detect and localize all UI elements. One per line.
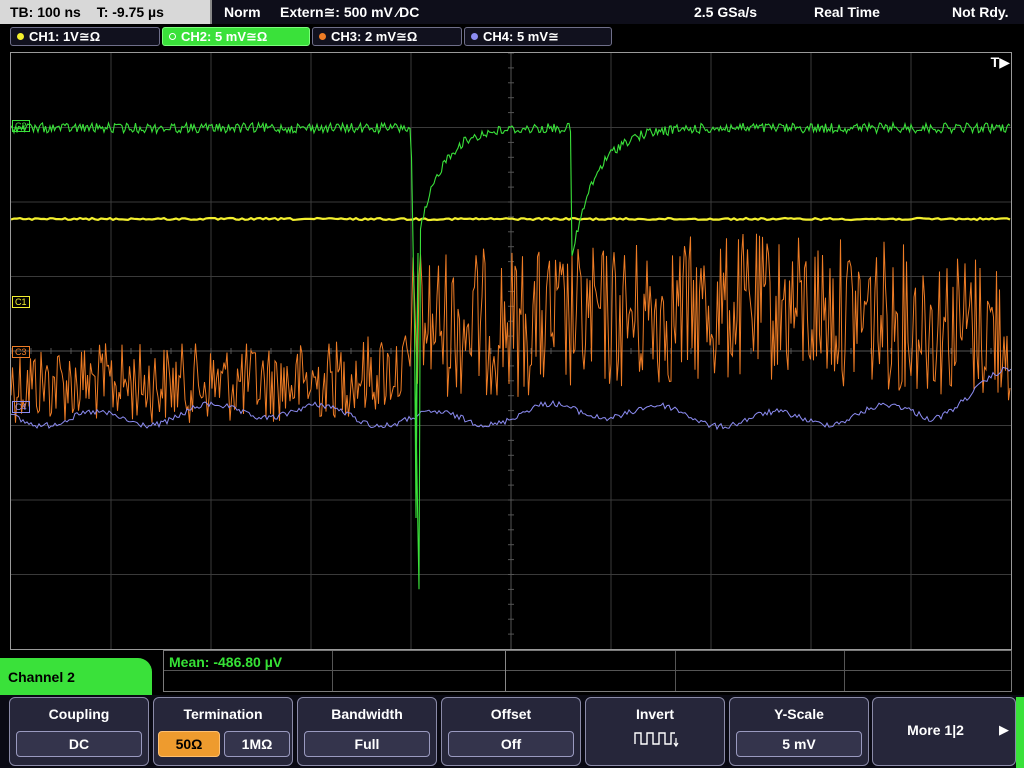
termination-softkey[interactable]: Termination 50Ω 1MΩ <box>153 697 293 766</box>
ch1-trace <box>11 216 1011 222</box>
termination-1mohm-option[interactable]: 1MΩ <box>224 731 290 757</box>
ch1-level-marker[interactable]: C1 <box>12 296 30 308</box>
trigger-time: T: -9.75 µs <box>96 4 164 20</box>
termination-50ohm-option[interactable]: 50Ω <box>158 731 220 757</box>
yscale-title: Y-Scale <box>774 706 824 722</box>
ch4-label: CH4: 5 mV≅ <box>483 29 559 44</box>
invert-waveform-icon <box>634 732 679 748</box>
invert-softkey[interactable]: Invert <box>585 697 725 766</box>
bandwidth-title: Bandwidth <box>331 706 403 722</box>
tab-ch4[interactable]: CH4: 5 mV≅ <box>464 27 612 46</box>
trigger-status: Not Rdy. <box>952 4 1009 20</box>
ch3-level-marker[interactable]: C3 <box>12 346 30 358</box>
ch3-label: CH3: 2 mV≅Ω <box>331 29 418 44</box>
trigger-source[interactable]: Extern≅: 500 mV ⁄DC <box>280 0 419 24</box>
ch3-dot-icon <box>319 33 326 41</box>
ch2-label: CH2: 5 mV≅Ω <box>181 29 268 44</box>
waveform-canvas <box>11 53 1011 649</box>
bandwidth-softkey[interactable]: Bandwidth Full <box>297 697 437 766</box>
ch1-dot-icon <box>17 33 24 41</box>
more-label: More 1|2 <box>907 722 964 738</box>
bandwidth-value[interactable]: Full <box>304 731 430 757</box>
trigger-mode[interactable]: Norm <box>224 0 261 24</box>
menu-edge-indicator <box>1016 697 1024 768</box>
yscale-softkey[interactable]: Y-Scale 5 mV <box>729 697 869 766</box>
tab-ch2[interactable]: CH2: 5 mV≅Ω <box>162 27 310 46</box>
ch1-label: CH1: 1V≅Ω <box>29 29 101 44</box>
ch2-level-marker[interactable]: C2 <box>12 120 30 132</box>
offset-softkey[interactable]: Offset Off <box>441 697 581 766</box>
tab-ch3[interactable]: CH3: 2 mV≅Ω <box>312 27 462 46</box>
coupling-value[interactable]: DC <box>16 731 142 757</box>
tab-ch1[interactable]: CH1: 1V≅Ω <box>10 27 160 46</box>
invert-title: Invert <box>635 706 675 722</box>
measurement-panel <box>163 650 1012 692</box>
ch4-dot-icon <box>471 33 478 41</box>
timebase-box[interactable]: TB: 100 ns T: -9.75 µs <box>0 0 212 24</box>
coupling-title: Coupling <box>48 706 110 722</box>
trigger-position-marker: T▶ <box>990 54 1010 70</box>
termination-title: Termination <box>183 706 263 722</box>
more-arrow-icon: ▶ <box>999 722 1009 737</box>
sample-rate: 2.5 GSa/s <box>694 4 758 20</box>
acquisition-mode[interactable]: Real Time <box>814 0 880 24</box>
offset-title: Offset <box>490 706 532 722</box>
graticule-grid <box>11 53 1011 649</box>
ch4-level-marker[interactable]: C4 <box>12 401 30 413</box>
more-softkey[interactable]: More 1|2 ▶ <box>872 697 1016 766</box>
yscale-value[interactable]: 5 mV <box>736 731 862 757</box>
ch2-dot-icon <box>169 33 176 41</box>
channel-menu-title: Channel 2 <box>8 669 75 685</box>
timebase: TB: 100 ns <box>10 4 81 20</box>
coupling-softkey[interactable]: Coupling DC <box>9 697 149 766</box>
offset-value[interactable]: Off <box>448 731 574 757</box>
mean-measurement: Mean: -486.80 µV <box>169 654 283 670</box>
waveform-display[interactable] <box>10 52 1012 650</box>
